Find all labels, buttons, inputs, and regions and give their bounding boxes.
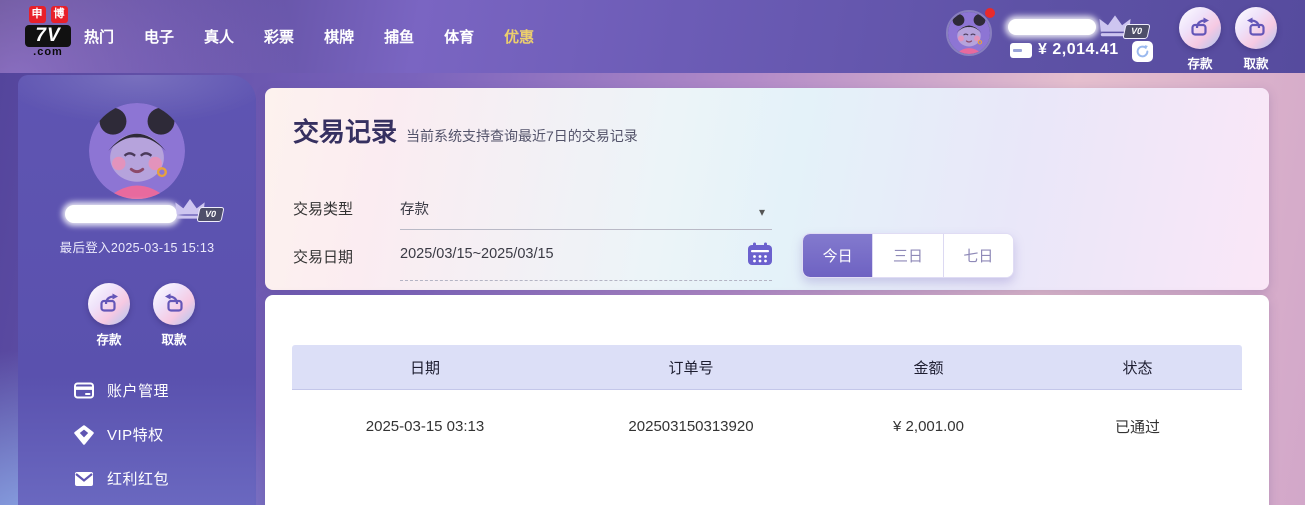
range-button-3days[interactable]: 三日 [872, 234, 943, 277]
user-avatar[interactable] [946, 10, 992, 56]
envelope-icon [74, 469, 94, 489]
column-header-amount: 金额 [913, 359, 944, 377]
sidebar-item-bonus-redpacket[interactable]: 红利红包 [74, 468, 169, 489]
sidebar-item-vip-privileges[interactable]: VIP特权 [74, 424, 169, 445]
transaction-date-label: 交易日期 [293, 249, 354, 266]
bank-card-icon [74, 381, 94, 401]
nav-item-live[interactable]: 真人 [204, 26, 234, 47]
transaction-type-label: 交易类型 [293, 201, 354, 218]
page-title-row: 交易记录 当前系统支持查询最近7日的交易记录 [293, 112, 638, 149]
topbar-deposit-label: 存款 [1187, 57, 1213, 71]
notification-dot [985, 8, 995, 18]
deposit-icon [100, 293, 118, 312]
nav-item-cards[interactable]: 棋牌 [324, 26, 354, 47]
logo-badges: 申 博 [16, 6, 80, 23]
site-logo[interactable]: 申 博 7V .com [16, 6, 80, 58]
cell-order-number: 202503150313920 [628, 417, 754, 435]
sidebar-withdraw-label: 取款 [161, 333, 187, 347]
wallet-icon [1010, 43, 1032, 58]
withdraw-icon [165, 293, 183, 312]
refresh-balance-button[interactable] [1132, 41, 1153, 62]
topbar-deposit-button[interactable] [1179, 7, 1221, 49]
table-row: 2025-03-15 03:13 202503150313920 ¥ 2,001… [292, 408, 1242, 444]
nav-item-lottery[interactable]: 彩票 [264, 26, 294, 47]
nav-item-sports[interactable]: 体育 [444, 26, 474, 47]
nav-item-promotions[interactable]: 优惠 [504, 26, 534, 47]
type-field-underline [400, 229, 772, 230]
topbar-withdraw-label: 取款 [1243, 57, 1269, 71]
withdraw-icon [1247, 17, 1265, 36]
avatar-illustration [89, 103, 185, 199]
calendar-icon[interactable] [747, 242, 773, 266]
main-nav: 热门 电子 真人 彩票 棋牌 捕鱼 体育 优惠 [84, 0, 534, 73]
range-button-today[interactable]: 今日 [803, 234, 873, 277]
nav-item-hot[interactable]: 热门 [84, 26, 114, 47]
top-navigation-bar: 申 博 7V .com 热门 电子 真人 彩票 棋牌 捕鱼 体育 优惠 V0 ¥… [0, 0, 1305, 73]
sidebar-item-account-management[interactable]: 账户管理 [74, 380, 169, 401]
sidebar-item-label: 账户管理 [107, 383, 170, 400]
cell-amount: ¥ 2,001.00 [893, 417, 964, 435]
cell-status: 已通过 [1114, 418, 1160, 436]
vip-level-badge: V0 [1122, 24, 1151, 39]
column-header-date: 日期 [409, 359, 440, 377]
sidebar-username-redacted [65, 205, 177, 223]
sidebar-item-label: VIP特权 [107, 427, 164, 444]
transaction-table-card: 日期 订单号 金额 状态 2025-03-15 03:13 2025031503… [265, 295, 1269, 505]
balance-amount: ¥ 2,014.41 [1038, 41, 1119, 58]
profile-sidebar: V0 最后登入2025-03-15 15:13 存款 取款 账户管理 VIP特权… [18, 75, 256, 505]
sidebar-deposit-label: 存款 [96, 333, 122, 347]
date-range-input[interactable]: 2025/03/15~2025/03/15 [400, 246, 554, 262]
username-redacted [1008, 19, 1096, 35]
chevron-down-icon[interactable]: ▾ [759, 205, 765, 219]
table-header-row: 日期 订单号 金额 状态 [292, 345, 1242, 390]
date-range-button-group: 今日 三日 七日 [802, 233, 1014, 278]
logo-badge-left: 申 [28, 6, 46, 23]
sidebar-menu: 账户管理 VIP特权 红利红包 [74, 380, 169, 489]
page-title: 交易记录 [293, 117, 398, 147]
transaction-type-select[interactable]: 存款 [400, 198, 429, 219]
sidebar-item-label: 红利红包 [107, 471, 170, 488]
column-header-status: 状态 [1122, 359, 1153, 377]
avatar-illustration [948, 12, 990, 54]
range-button-7days[interactable]: 七日 [942, 234, 1013, 277]
date-field-underline [400, 280, 772, 281]
sidebar-vip-level-badge: V0 [196, 207, 225, 222]
nav-item-fishing[interactable]: 捕鱼 [384, 26, 414, 47]
sidebar-withdraw-button[interactable] [153, 283, 195, 325]
sidebar-user-avatar[interactable] [89, 103, 185, 199]
topbar-withdraw-button[interactable] [1235, 7, 1277, 49]
logo-badge-right: 博 [50, 6, 68, 23]
page-subtitle: 当前系统支持查询最近7日的交易记录 [406, 128, 638, 144]
cell-date: 2025-03-15 03:13 [365, 417, 485, 435]
page-background: V0 最后登入2025-03-15 15:13 存款 取款 账户管理 VIP特权… [0, 73, 1305, 505]
sidebar-deposit-button[interactable] [88, 283, 130, 325]
transaction-filter-card: 交易记录 当前系统支持查询最近7日的交易记录 交易类型 存款 ▾ 交易日期 20… [265, 88, 1269, 290]
logo-domain-text: .com [33, 46, 63, 58]
deposit-icon [1191, 17, 1209, 36]
logo-text: 7V [25, 25, 71, 47]
last-login-text: 最后登入2025-03-15 15:13 [59, 241, 215, 255]
nav-item-slots[interactable]: 电子 [144, 26, 174, 47]
vip-gem-icon [74, 424, 94, 445]
column-header-order-number: 订单号 [668, 359, 714, 377]
refresh-icon [1136, 45, 1149, 58]
